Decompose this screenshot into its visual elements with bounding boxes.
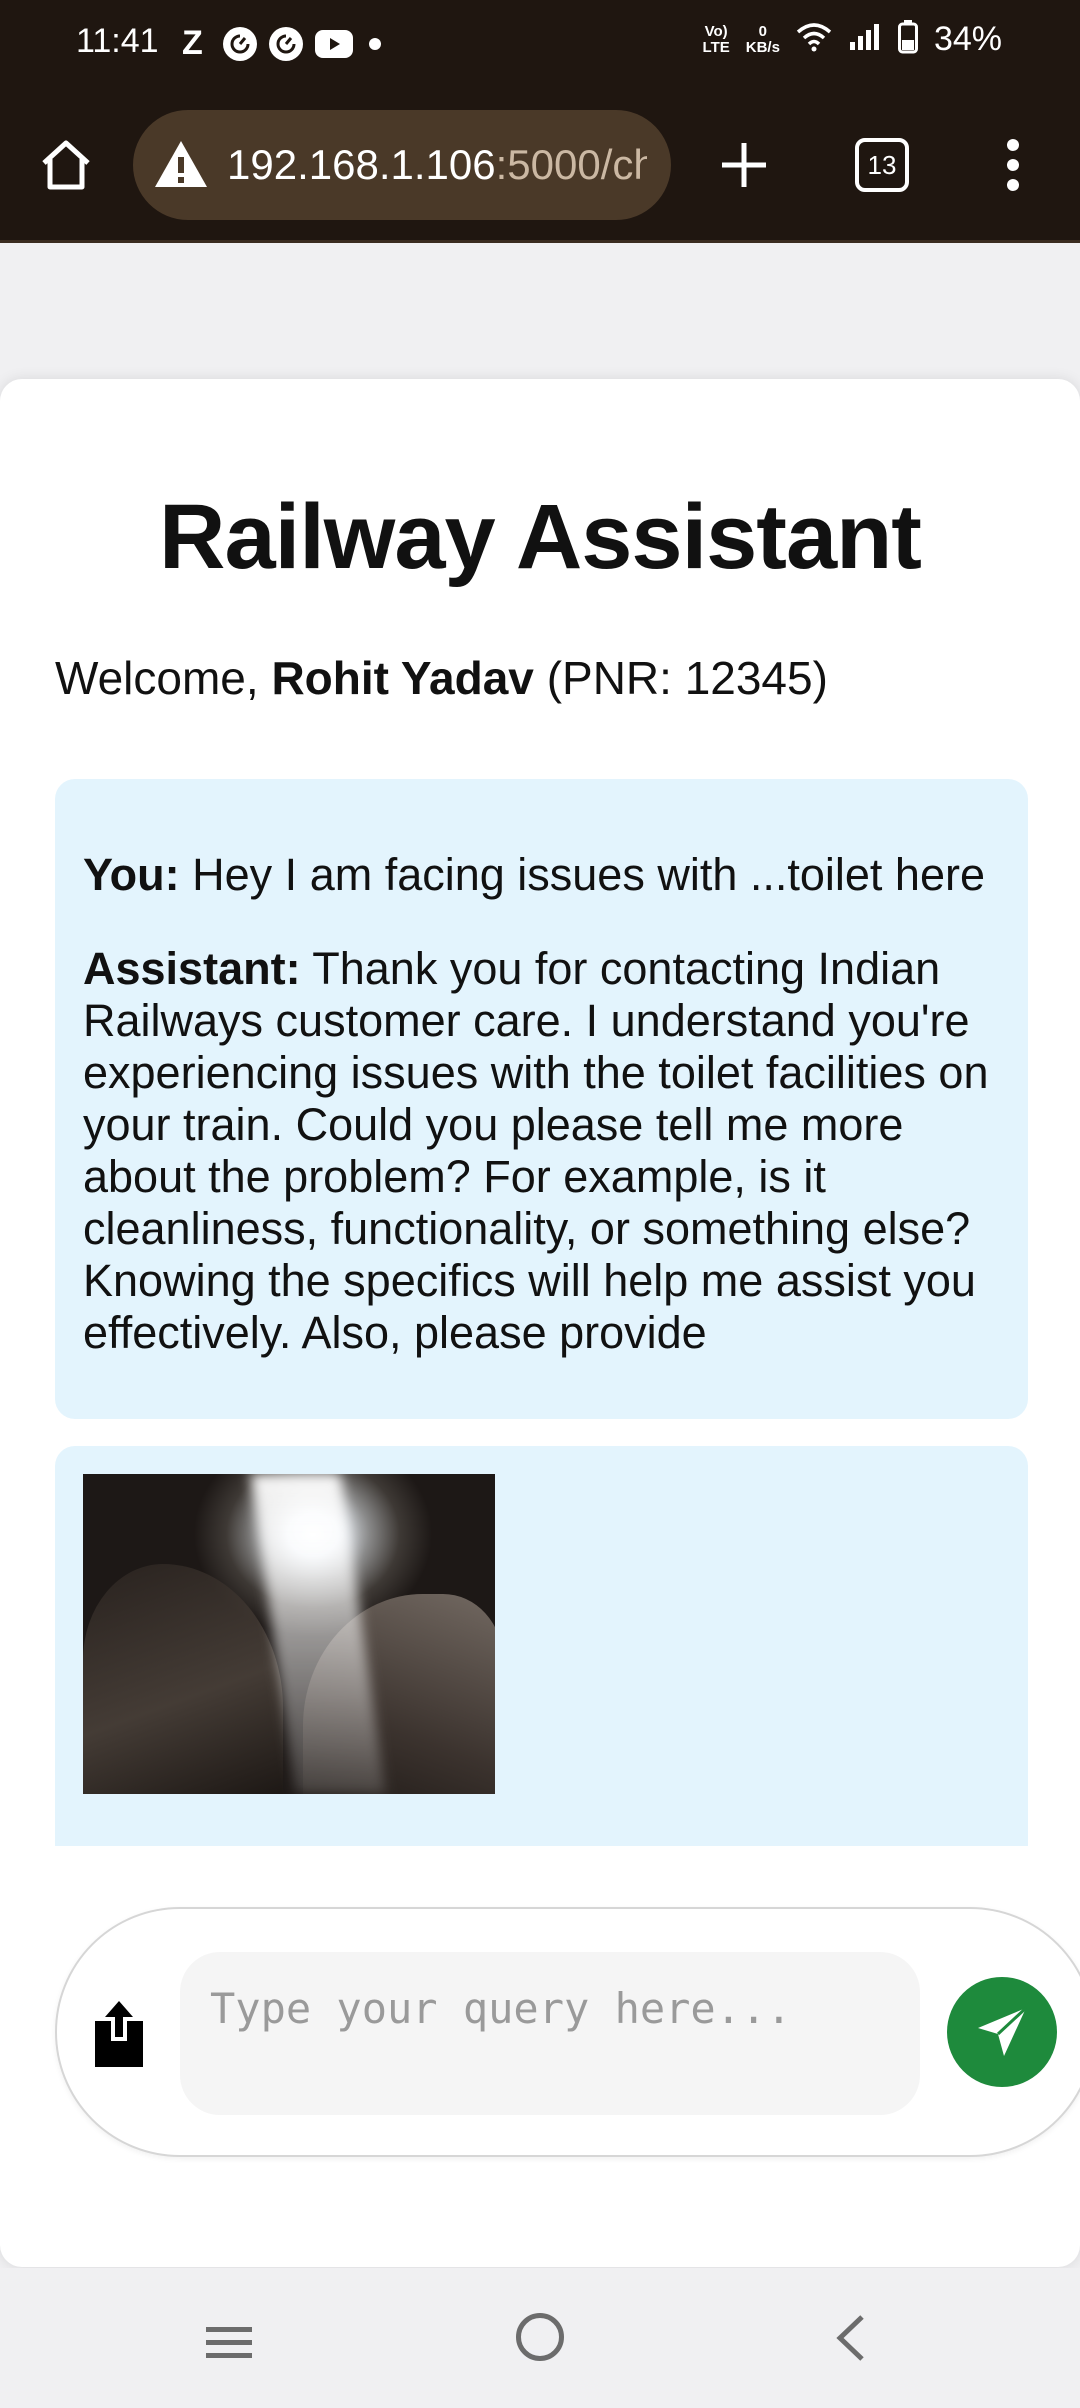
battery-percent: 34% (933, 20, 1002, 58)
uploaded-photo[interactable] (83, 1474, 495, 1794)
url-host: 192.168.1.106 (227, 141, 496, 188)
net-speed: 0 KB/s (745, 22, 780, 56)
status-bar: 11:41 Z Vo) LTE 0 KB/s 34% (0, 0, 1080, 90)
chat-input-bar (55, 1907, 1080, 2157)
volte-icon: Vo) LTE (702, 22, 730, 56)
back-icon[interactable] (830, 2313, 870, 2363)
plus-icon[interactable] (714, 135, 774, 195)
send-button[interactable] (947, 1977, 1057, 2087)
url-text[interactable]: 192.168.1.106:5000/cha (227, 141, 647, 189)
system-nav-bar (0, 2268, 1080, 2408)
message-text: Thank you for contacting Indian Railways… (83, 943, 989, 1358)
notification-icons: Z (182, 24, 381, 63)
query-input[interactable] (180, 1952, 920, 2115)
tabs-icon[interactable]: 13 (855, 138, 909, 192)
more-vert-icon[interactable] (998, 135, 1028, 195)
status-time: 11:41 (76, 22, 159, 60)
welcome-line: Welcome, Rohit Yadav (PNR: 12345) (55, 651, 828, 705)
browser-chrome: 11:41 Z Vo) LTE 0 KB/s 34% 192.168.1.106… (0, 0, 1080, 243)
home-nav-icon[interactable] (516, 2313, 564, 2361)
battery-icon (897, 20, 918, 59)
message-text: Hey I am facing issues with ...toilet he… (192, 849, 985, 900)
signal-icon (848, 22, 882, 57)
message-speaker: Assistant: (83, 943, 301, 994)
wifi-icon (796, 22, 832, 57)
browser-toolbar: 192.168.1.106:5000/cha 13 (0, 105, 1080, 225)
page-title: Railway Assistant (159, 486, 922, 588)
warning-icon[interactable] (153, 137, 209, 193)
speedometer-icon (268, 26, 303, 61)
upload-icon[interactable] (93, 1997, 145, 2069)
address-bar[interactable]: 192.168.1.106:5000/cha (133, 110, 671, 220)
assistant-message: Assistant: Thank you for contacting Indi… (83, 943, 1000, 1359)
message-box: You: Hey I am facing issues with ...toil… (55, 779, 1028, 1419)
image-message-box (55, 1446, 1028, 1846)
message-speaker: You: (83, 849, 180, 900)
user-name: Rohit Yadav (271, 652, 534, 704)
url-path: :5000/cha (495, 141, 647, 188)
welcome-prefix: Welcome, (55, 652, 259, 704)
more-notifications-dot (368, 37, 381, 50)
chat-history[interactable]: You: Hey I am facing issues with ...toil… (55, 779, 1028, 1851)
speedometer-icon (222, 26, 257, 61)
youtube-icon (314, 29, 353, 58)
send-icon (978, 2006, 1028, 2056)
recents-icon[interactable] (204, 2323, 254, 2363)
app-z-icon: Z (182, 24, 203, 62)
chat-card: Railway Assistant Welcome, Rohit Yadav (… (0, 379, 1080, 2267)
user-message: You: Hey I am facing issues with ...toil… (83, 849, 1000, 901)
system-icons: Vo) LTE 0 KB/s 34% (703, 20, 1002, 59)
home-icon[interactable] (36, 135, 96, 195)
pnr-number: (PNR: 12345) (546, 652, 828, 704)
